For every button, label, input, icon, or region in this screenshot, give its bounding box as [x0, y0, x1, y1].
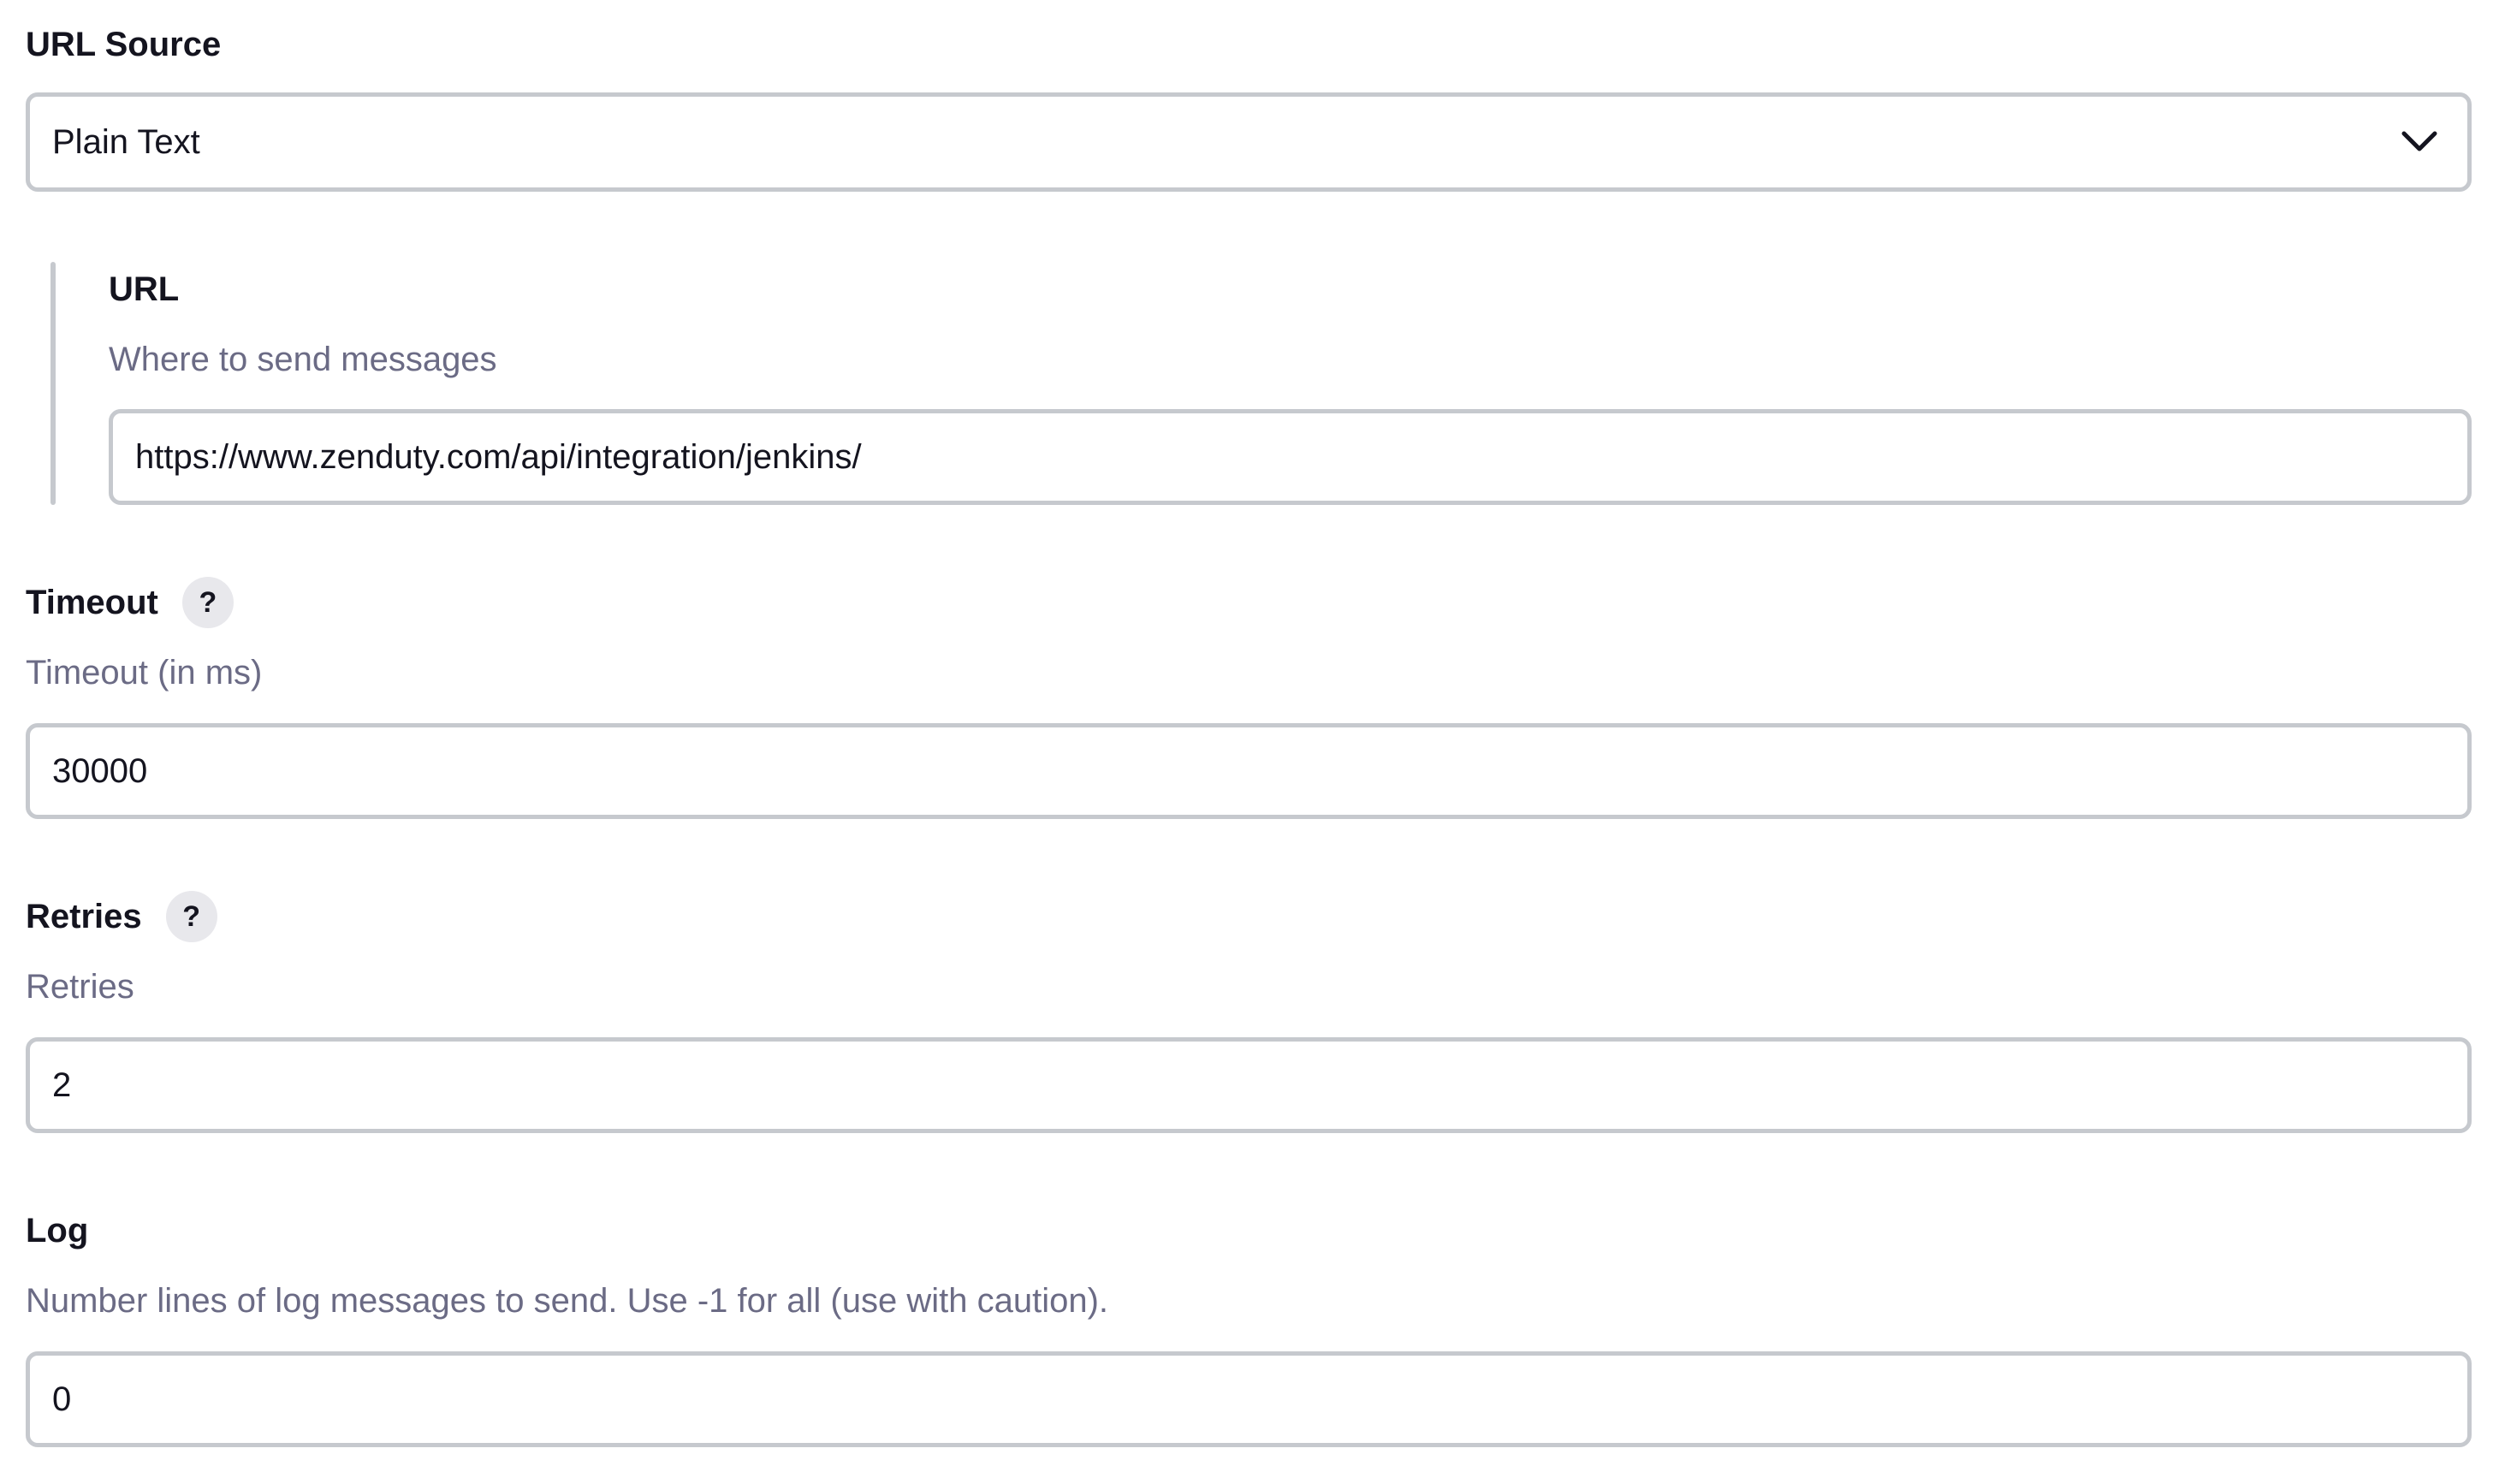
timeout-label: Timeout ? [26, 577, 234, 628]
url-source-selected-value: Plain Text [52, 122, 200, 161]
url-description: Where to send messages [109, 341, 497, 378]
url-source-select[interactable]: Plain Text [26, 92, 2472, 192]
timeout-input[interactable]: 30000 [26, 723, 2472, 819]
url-input-value: https://www.zenduty.com/api/integration/… [135, 437, 862, 476]
timeout-help-icon[interactable]: ? [181, 577, 234, 628]
url-input[interactable]: https://www.zenduty.com/api/integration/… [109, 409, 2472, 505]
log-description: Number lines of log messages to send. Us… [26, 1282, 1109, 1320]
timeout-description: Timeout (in ms) [26, 654, 263, 692]
retries-label: Retries ? [26, 891, 217, 942]
url-label-text: URL [109, 270, 180, 308]
url-source-label-text: URL Source [26, 26, 222, 63]
retries-label-text: Retries [26, 898, 142, 935]
log-input-value: 0 [52, 1380, 72, 1418]
log-label: Log [26, 1210, 88, 1251]
nested-section-bar [50, 262, 56, 505]
timeout-input-value: 30000 [52, 751, 148, 790]
log-label-text: Log [26, 1212, 89, 1250]
log-input[interactable]: 0 [26, 1351, 2472, 1447]
retries-input[interactable]: 2 [26, 1037, 2472, 1133]
retries-help-icon[interactable]: ? [165, 891, 217, 942]
url-source-label: URL Source [26, 24, 221, 65]
retries-input-value: 2 [52, 1066, 72, 1104]
retries-description: Retries [26, 968, 134, 1006]
chevron-down-icon[interactable] [2401, 130, 2438, 154]
timeout-label-text: Timeout [26, 584, 158, 621]
url-label: URL [109, 269, 179, 310]
